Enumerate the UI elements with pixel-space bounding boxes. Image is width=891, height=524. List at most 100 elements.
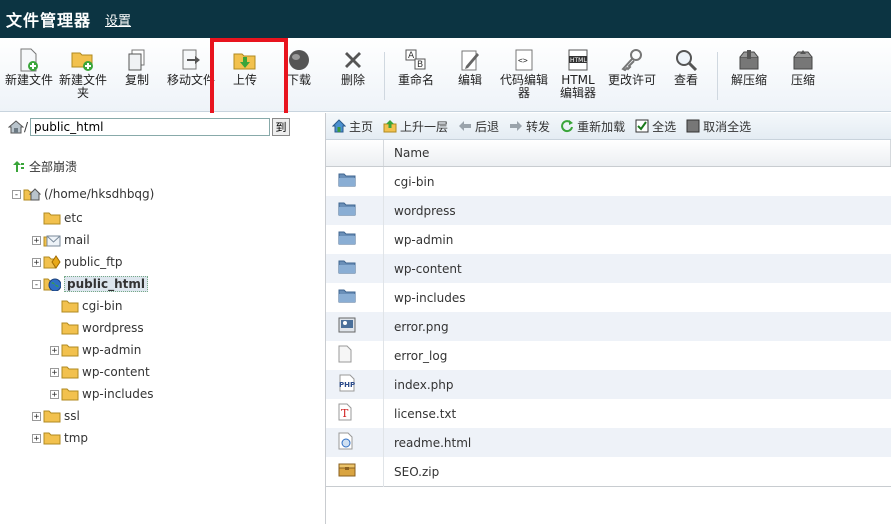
copy-icon <box>125 48 149 72</box>
select-all-button[interactable]: 全选 <box>635 118 676 135</box>
file-row[interactable]: wp-admin <box>326 225 891 254</box>
tree-item[interactable]: + wp-admin <box>50 339 141 361</box>
file-name[interactable]: wp-admin <box>384 225 891 254</box>
file-row[interactable]: SEO.zip <box>326 457 891 487</box>
tree-item-label: public_html <box>64 276 148 292</box>
rename-button[interactable]: A B 重命名 <box>389 38 443 87</box>
toolbar-button-label: 新建文件 <box>4 73 53 87</box>
folder-icon <box>43 409 64 423</box>
compress-icon <box>791 48 815 72</box>
tree-item[interactable]: - (/home/hksdhbqg) <box>12 183 154 205</box>
expand-toggle[interactable]: + <box>32 257 41 267</box>
expand-toggle[interactable]: + <box>50 367 59 377</box>
file-name[interactable]: error.png <box>383 312 891 341</box>
globe-folder-icon <box>43 277 64 291</box>
up-one-level-button[interactable]: 上升一层 <box>383 118 448 135</box>
html-editor-icon: HTML <box>566 48 590 72</box>
file-name[interactable]: readme.html <box>383 428 891 457</box>
delete-icon <box>341 48 365 72</box>
compress-button[interactable]: 压缩 <box>776 38 830 87</box>
expand-toggle[interactable]: + <box>50 389 59 399</box>
settings-link[interactable]: 设置 <box>105 10 131 29</box>
file-row[interactable]: PHP index.php <box>326 370 891 399</box>
name-column-header[interactable]: Name <box>383 140 891 167</box>
html-file-icon <box>326 428 384 457</box>
tree-item[interactable]: + wp-includes <box>50 383 154 405</box>
copy-button[interactable]: 复制 <box>110 38 164 87</box>
new-file-button[interactable]: 新建文件 <box>2 38 56 87</box>
table-bottom-border <box>326 486 891 487</box>
expand-toggle[interactable]: + <box>32 235 41 245</box>
tree-item[interactable]: + ssl <box>32 405 80 427</box>
edit-button[interactable]: 编辑 <box>443 38 497 87</box>
new-folder-button[interactable]: 新建文件 夹 <box>56 38 110 100</box>
folder-file-icon <box>326 225 384 254</box>
upload-button[interactable]: 上传 <box>218 38 272 87</box>
collapse-all-label: 全部崩溃 <box>29 160 78 174</box>
expand-toggle[interactable]: + <box>32 433 41 443</box>
move-file-button[interactable]: 移动文件 <box>164 38 218 87</box>
up-level-icon <box>383 120 397 133</box>
tree-item[interactable]: + public_ftp <box>32 251 122 273</box>
file-name[interactable]: cgi-bin <box>384 167 891 197</box>
tree-item[interactable]: wordpress <box>50 317 144 339</box>
new-folder-icon <box>71 48 95 72</box>
expand-toggle[interactable]: + <box>50 345 59 355</box>
file-row[interactable]: error.png <box>326 312 891 341</box>
move-file-icon <box>179 48 203 72</box>
folder-icon <box>61 299 82 313</box>
reload-button[interactable]: 重新加载 <box>560 118 625 135</box>
file-name[interactable]: index.php <box>383 370 891 399</box>
toolbar-button-label: 上传 <box>232 73 257 87</box>
svg-text:PHP: PHP <box>339 381 355 389</box>
path-input[interactable] <box>30 118 271 136</box>
file-row[interactable]: cgi-bin <box>326 166 891 197</box>
tree-item[interactable]: + tmp <box>32 427 88 449</box>
tree-item[interactable]: etc <box>32 207 83 229</box>
file-name[interactable]: wordpress <box>383 196 891 225</box>
back-button[interactable]: 后退 <box>458 118 499 135</box>
file-name[interactable]: error_log <box>384 341 891 370</box>
file-row[interactable]: error_log <box>326 341 891 370</box>
table-end-cell <box>326 486 891 487</box>
download-button[interactable]: 下载 <box>272 38 326 87</box>
html-editor-button[interactable]: HTML HTML 编辑器 <box>551 38 605 100</box>
delete-button[interactable]: 删除 <box>326 38 380 87</box>
file-name[interactable]: wp-includes <box>384 283 891 312</box>
tree-item-label: wp-admin <box>82 343 142 357</box>
file-row[interactable]: Tlicense.txt <box>326 399 891 428</box>
tree-item[interactable]: cgi-bin <box>50 295 122 317</box>
file-row[interactable]: wp-content <box>326 254 891 283</box>
edit-icon <box>458 48 482 72</box>
change-permissions-button[interactable]: 更改许可 <box>605 38 659 87</box>
file-table: Name cgi-bin wordpress wp-admin wp-content w… <box>326 140 891 487</box>
tree-item[interactable]: - public_html <box>32 273 148 295</box>
file-name[interactable]: wp-content <box>383 254 891 283</box>
code-editor-button[interactable]: <> 代码编辑 器 <box>497 38 551 100</box>
forward-button[interactable]: 转发 <box>509 118 550 135</box>
collapse-all-button[interactable]: 全部崩溃 <box>12 158 77 175</box>
toolbar-button-label: 编辑 <box>457 73 482 87</box>
file-row[interactable]: wordpress <box>326 196 891 225</box>
file-row[interactable]: readme.html <box>326 428 891 457</box>
reload-icon <box>561 120 574 133</box>
go-button[interactable]: 到 <box>272 118 291 136</box>
collapse-toggle[interactable]: - <box>12 189 21 199</box>
folder-tree-pane: / 到 全部崩溃 - (/home/hksdhbqg) etc + mail + publi… <box>0 113 326 524</box>
tree-item-label: (/home/hksdhbqg) <box>44 187 155 201</box>
image-file-icon <box>326 312 384 341</box>
file-name[interactable]: SEO.zip <box>384 457 891 487</box>
extract-button[interactable]: 解压缩 <box>722 38 776 87</box>
file-row[interactable]: wp-includes <box>326 283 891 312</box>
collapse-toggle[interactable]: - <box>32 279 41 289</box>
tree-item[interactable]: + mail <box>32 229 90 251</box>
home-icon[interactable] <box>8 120 24 134</box>
change-permissions-icon <box>620 48 644 72</box>
toolbar-button-label: 查看 <box>673 73 698 87</box>
home-nav-button[interactable]: 主页 <box>332 118 373 135</box>
view-button[interactable]: 查看 <box>659 38 713 87</box>
deselect-all-button[interactable]: 取消全选 <box>686 118 751 135</box>
expand-toggle[interactable]: + <box>32 411 41 421</box>
tree-item[interactable]: + wp-content <box>50 361 150 383</box>
file-name[interactable]: license.txt <box>384 399 891 428</box>
